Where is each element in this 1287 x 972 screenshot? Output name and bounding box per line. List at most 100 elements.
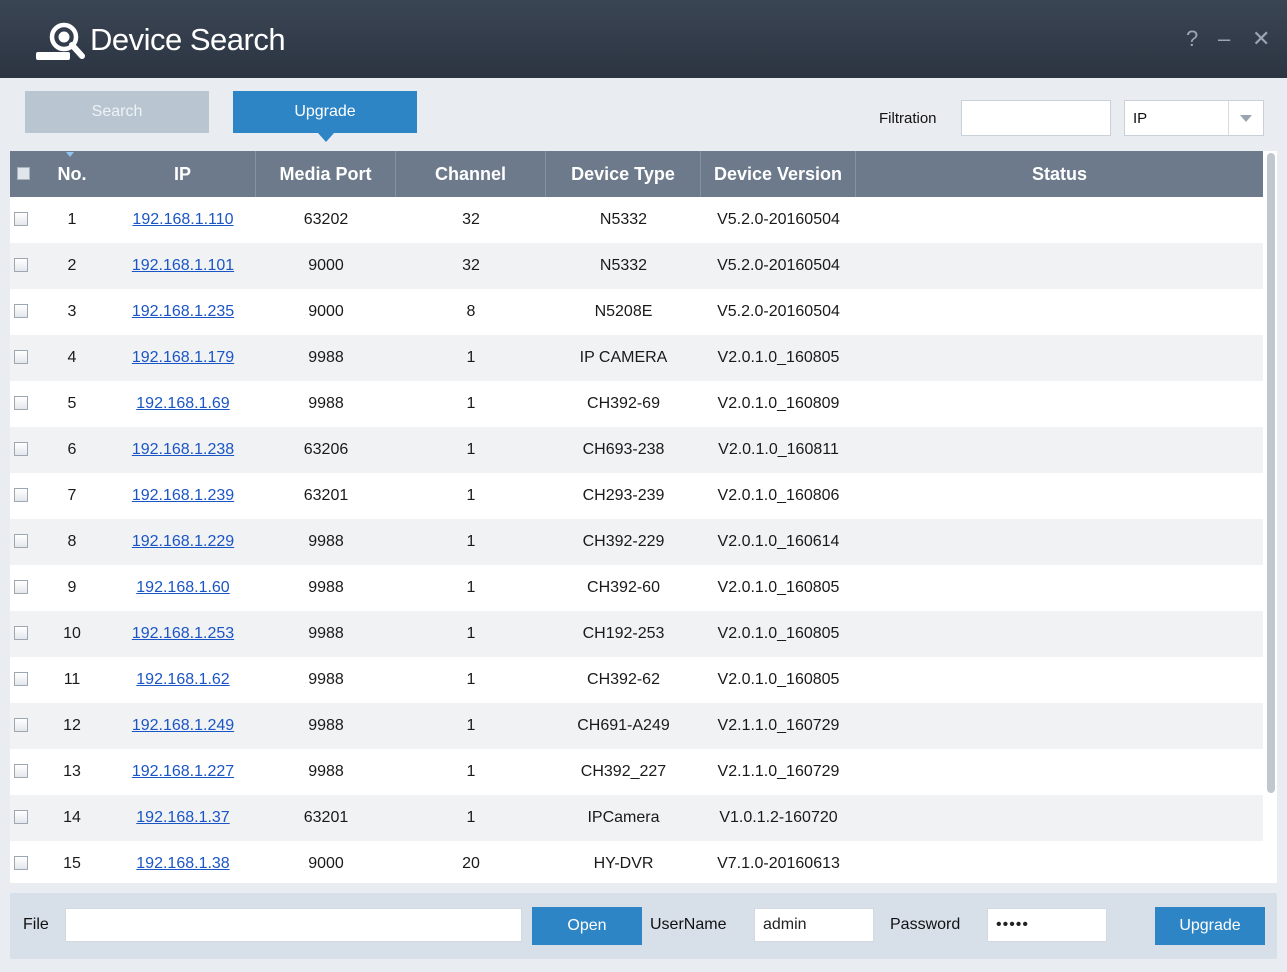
device-table: No. IP Media Port Channel Device Type De… [10, 151, 1277, 883]
column-header-media-port[interactable]: Media Port [256, 151, 396, 197]
table-row[interactable]: 5 192.168.1.69 9988 1 CH392-69 V2.0.1.0_16080… [10, 381, 1263, 427]
row-checkbox[interactable] [14, 534, 28, 548]
scrollbar-thumb[interactable] [1267, 153, 1275, 793]
table-header: No. IP Media Port Channel Device Type De… [10, 151, 1263, 197]
media-port-cell-text: 9000 [308, 303, 344, 320]
status-cell [856, 243, 1263, 289]
row-checkbox[interactable] [14, 856, 28, 870]
status-cell [856, 795, 1263, 841]
ip-link[interactable]: 192.168.1.253 [110, 611, 256, 657]
column-header-device-type[interactable]: Device Type [546, 151, 701, 197]
ip-link-text[interactable]: 192.168.1.62 [136, 671, 229, 688]
row-checkbox[interactable] [14, 304, 28, 318]
ip-link-text[interactable]: 192.168.1.229 [132, 533, 234, 550]
ip-link-text[interactable]: 192.168.1.227 [132, 763, 234, 780]
row-checkbox[interactable] [14, 672, 28, 686]
column-header-no[interactable]: No. [34, 151, 110, 197]
table-row[interactable]: 14 192.168.1.37 63201 1 IPCamera V1.0.1.2-160… [10, 795, 1263, 841]
row-checkbox[interactable] [14, 396, 28, 410]
ip-link-text[interactable]: 192.168.1.69 [136, 395, 229, 412]
ip-link[interactable]: 192.168.1.229 [110, 519, 256, 565]
ip-link[interactable]: 192.168.1.179 [110, 335, 256, 381]
ip-link[interactable]: 192.168.1.60 [110, 565, 256, 611]
minimize-icon[interactable]: – [1218, 26, 1230, 52]
row-checkbox[interactable] [14, 442, 28, 456]
ip-link[interactable]: 192.168.1.238 [110, 427, 256, 473]
table-row[interactable]: 4 192.168.1.179 9988 1 IP CAMERA V2.0.1.0_160… [10, 335, 1263, 381]
upgrade-button[interactable]: Upgrade [1155, 907, 1265, 945]
row-checkbox[interactable] [14, 350, 28, 364]
table-row[interactable]: 2 192.168.1.101 9000 32 N5332 V5.2.0-20160504 [10, 243, 1263, 289]
column-header-status[interactable]: Status [856, 151, 1263, 197]
row-number: 5 [34, 381, 110, 427]
close-icon[interactable]: ✕ [1252, 26, 1270, 52]
table-row[interactable]: 10 192.168.1.253 9988 1 CH192-253 V2.0.1.0_16… [10, 611, 1263, 657]
ip-link[interactable]: 192.168.1.101 [110, 243, 256, 289]
ip-link-text[interactable]: 192.168.1.110 [132, 211, 233, 228]
help-icon[interactable]: ? [1186, 26, 1198, 52]
ip-link-text[interactable]: 192.168.1.60 [136, 579, 229, 596]
row-number: 9 [34, 565, 110, 611]
device-type-cell-text: CH192-253 [582, 625, 665, 642]
device-type-cell: CH392_227 [546, 749, 701, 795]
row-checkbox[interactable] [14, 810, 28, 824]
filter-type-select[interactable]: IP [1124, 100, 1264, 136]
ip-link-text[interactable]: 192.168.1.249 [132, 717, 234, 734]
table-row[interactable]: 12 192.168.1.249 9988 1 CH691-A249 V2.1.1.0_1… [10, 703, 1263, 749]
row-checkbox[interactable] [14, 258, 28, 272]
file-path-field[interactable] [65, 908, 522, 942]
open-button[interactable]: Open [532, 907, 642, 945]
ip-link-text[interactable]: 192.168.1.239 [132, 487, 234, 504]
ip-link[interactable]: 192.168.1.110 [110, 197, 256, 243]
username-field[interactable]: admin [754, 908, 874, 942]
column-header-device-version[interactable]: Device Version [701, 151, 856, 197]
ip-link[interactable]: 192.168.1.37 [110, 795, 256, 841]
table-row[interactable]: 3 192.168.1.235 9000 8 N5208E V5.2.0-20160504 [10, 289, 1263, 335]
table-row[interactable]: 8 192.168.1.229 9988 1 CH392-229 V2.0.1.0_160… [10, 519, 1263, 565]
ip-link[interactable]: 192.168.1.235 [110, 289, 256, 335]
table-row[interactable]: 11 192.168.1.62 9988 1 CH392-62 V2.0.1.0_1608… [10, 657, 1263, 703]
ip-link[interactable]: 192.168.1.62 [110, 657, 256, 703]
password-field[interactable]: ••••• [987, 908, 1107, 942]
ip-link[interactable]: 192.168.1.227 [110, 749, 256, 795]
ip-link-text[interactable]: 192.168.1.238 [132, 441, 234, 458]
ip-link-text[interactable]: 192.168.1.37 [136, 809, 229, 826]
title-bar[interactable]: Device Search ? – ✕ [0, 0, 1287, 78]
row-checkbox[interactable] [14, 580, 28, 594]
filter-type-dropdown-button[interactable] [1228, 101, 1263, 135]
vertical-scrollbar[interactable] [1265, 151, 1277, 883]
ip-link[interactable]: 192.168.1.249 [110, 703, 256, 749]
row-checkbox[interactable] [14, 212, 28, 226]
table-row[interactable]: 6 192.168.1.238 63206 1 CH693-238 V2.0.1.0_16… [10, 427, 1263, 473]
table-row[interactable]: 9 192.168.1.60 9988 1 CH392-60 V2.0.1.0_16080… [10, 565, 1263, 611]
ip-link[interactable]: 192.168.1.239 [110, 473, 256, 519]
media-port-cell-text: 9000 [308, 855, 344, 872]
row-checkbox[interactable] [14, 626, 28, 640]
device-type-cell-text: N5332 [599, 211, 648, 228]
column-header-ip[interactable]: IP [110, 151, 256, 197]
row-checkbox[interactable] [14, 718, 28, 732]
status-cell [856, 473, 1263, 519]
upgrade-tab-button[interactable]: Upgrade [233, 91, 417, 133]
ip-link-text[interactable]: 192.168.1.253 [132, 625, 234, 642]
table-row[interactable]: 15 192.168.1.38 9000 20 HY-DVR V7.1.0-2016061… [10, 841, 1263, 883]
select-all-checkbox[interactable] [17, 167, 30, 180]
column-header-channel[interactable]: Channel [396, 151, 546, 197]
ip-link[interactable]: 192.168.1.38 [110, 841, 256, 883]
channel-cell: 1 [396, 519, 546, 565]
ip-link-text[interactable]: 192.168.1.179 [132, 349, 234, 366]
filtration-input[interactable] [961, 100, 1111, 136]
row-checkbox[interactable] [14, 488, 28, 502]
ip-link[interactable]: 192.168.1.69 [110, 381, 256, 427]
table-row[interactable]: 13 192.168.1.227 9988 1 CH392_227 V2.1.1.0_16… [10, 749, 1263, 795]
table-row[interactable]: 1 192.168.1.110 63202 32 N5332 V5.2.0-2016050… [10, 197, 1263, 243]
ip-link-text[interactable]: 192.168.1.38 [136, 855, 229, 872]
table-row[interactable]: 7 192.168.1.239 63201 1 CH293-239 V2.0.1.0_16… [10, 473, 1263, 519]
ip-link-text[interactable]: 192.168.1.101 [132, 257, 234, 274]
search-button[interactable]: Search [25, 91, 209, 133]
ip-link-text[interactable]: 192.168.1.235 [132, 303, 234, 320]
channel-cell: 20 [396, 841, 546, 883]
status-cell [856, 657, 1263, 703]
row-checkbox[interactable] [14, 764, 28, 778]
media-port-cell-text: 9988 [308, 717, 344, 734]
